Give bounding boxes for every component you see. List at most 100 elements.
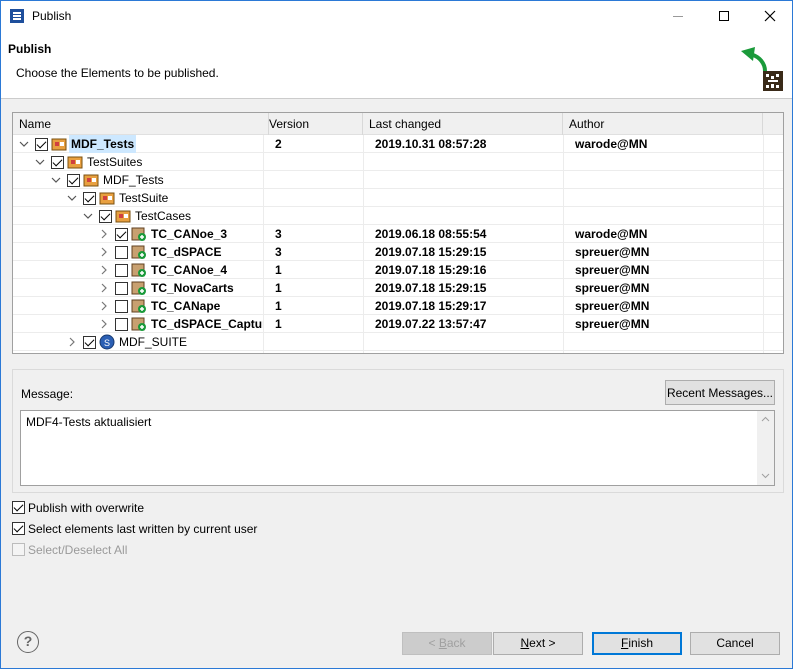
row-version: 1: [275, 263, 282, 277]
publish-arrow-icon: [741, 47, 783, 91]
column-header-name[interactable]: Name: [13, 113, 269, 135]
row-checkbox[interactable]: [115, 300, 128, 313]
tree-header: Name Version Last changed Author: [13, 113, 783, 135]
column-header-version[interactable]: Version: [263, 113, 363, 135]
suite-globe-icon: S: [99, 334, 115, 350]
back-mnemonic: B: [438, 636, 447, 650]
tree-row[interactable]: MDF_Tests: [13, 171, 783, 189]
row-version: 3: [275, 227, 282, 241]
column-header-last-changed[interactable]: Last changed: [363, 113, 563, 135]
chevron-right-icon[interactable]: [99, 265, 109, 275]
chevron-down-icon[interactable]: [51, 175, 61, 185]
publish-overwrite-checkbox[interactable]: [12, 501, 25, 514]
row-checkbox[interactable]: [115, 264, 128, 277]
chevron-down-icon[interactable]: [35, 157, 45, 167]
scroll-up-icon[interactable]: [761, 415, 770, 424]
minimize-button[interactable]: [655, 1, 701, 31]
row-name: MDF_SUITE: [119, 335, 188, 349]
row-version: 1: [275, 299, 282, 313]
row-name: MDF_Tests: [103, 173, 164, 187]
chevron-down-icon[interactable]: [19, 139, 29, 149]
row-name: TestCases: [135, 209, 192, 223]
recent-messages-button[interactable]: Recent Messages...: [665, 380, 775, 405]
maximize-button[interactable]: [701, 1, 747, 31]
page-description: Choose the Elements to be published.: [16, 66, 219, 80]
select-all-label: Select/Deselect All: [28, 543, 128, 557]
finish-button[interactable]: Finish: [592, 632, 682, 655]
row-checkbox[interactable]: [115, 228, 128, 241]
testcase-icon: [131, 281, 146, 295]
back-button: < Back: [402, 632, 492, 655]
cancel-button[interactable]: Cancel: [690, 632, 780, 655]
wizard-header: Publish Choose the Elements to be publis…: [1, 31, 792, 99]
row-checkbox[interactable]: [115, 282, 128, 295]
tree-row[interactable]: TC_dSPACE 3 2019.07.18 15:29:15 spreuer@…: [13, 243, 783, 261]
title-bar: Publish: [1, 1, 792, 31]
row-checkbox[interactable]: [83, 192, 96, 205]
tree-row[interactable]: MDF_Tests 2 2019.10.31 08:57:28 warode@M…: [13, 135, 783, 153]
row-name: TestSuite: [119, 191, 169, 205]
row-last-changed: 2019.07.18 15:29:15: [375, 245, 487, 259]
row-last-changed: 2019.10.31 08:57:28: [375, 137, 487, 151]
row-checkbox[interactable]: [115, 318, 128, 331]
chevron-right-icon[interactable]: [67, 337, 77, 347]
row-author: spreuer@MN: [575, 281, 650, 295]
row-name: TC_dSPACE_Capture: [151, 317, 263, 331]
tree-row[interactable]: TestSuites: [13, 153, 783, 171]
row-last-changed: 2019.07.18 15:29:17: [375, 299, 487, 313]
minimize-icon: [673, 15, 683, 17]
help-icon[interactable]: ?: [17, 631, 39, 653]
row-version: 1: [275, 281, 282, 295]
tree-row[interactable]: TestSuite: [13, 189, 783, 207]
tree-row[interactable]: TestCases: [13, 207, 783, 225]
chevron-right-icon[interactable]: [99, 301, 109, 311]
testcase-icon: [131, 245, 146, 259]
tree-row[interactable]: S MDF_SUITE: [13, 333, 783, 351]
tree-row[interactable]: TC_CANape 1 2019.07.18 15:29:17 spreuer@…: [13, 297, 783, 315]
next-mnemonic: N: [520, 636, 530, 650]
row-name: TC_CANape: [151, 299, 221, 313]
row-checkbox[interactable]: [115, 246, 128, 259]
eclipse-app-icon: [10, 9, 24, 23]
row-checkbox[interactable]: [67, 174, 80, 187]
row-name: TestSuites: [87, 155, 143, 169]
tree-row[interactable]: TC_CANoe_4 1 2019.07.18 15:29:16 spreuer…: [13, 261, 783, 279]
project-folder-icon: [51, 138, 67, 151]
close-button[interactable]: [747, 1, 793, 31]
next-button[interactable]: Next >: [493, 632, 583, 655]
back-label: ack: [446, 636, 466, 650]
testcases-folder-icon: [115, 210, 131, 223]
tree-row[interactable]: TC_dSPACE_Capture 1 2019.07.22 13:57:47 …: [13, 315, 783, 333]
chevron-down-icon[interactable]: [83, 211, 93, 221]
row-author: spreuer@MN: [575, 299, 650, 313]
row-checkbox[interactable]: [35, 138, 48, 151]
message-scrollbar[interactable]: [757, 411, 774, 485]
row-name: TC_dSPACE: [151, 245, 222, 259]
message-textarea[interactable]: MDF4-Tests aktualisiert: [20, 410, 775, 486]
current-user-label: Select elements last written by current …: [28, 522, 258, 536]
chevron-right-icon[interactable]: [99, 229, 109, 239]
testcase-icon: [131, 263, 146, 277]
tree-row[interactable]: TC_NovaCarts 1 2019.07.18 15:29:15 spreu…: [13, 279, 783, 297]
scroll-down-icon[interactable]: [761, 471, 770, 480]
row-name: TC_CANoe_3: [151, 227, 228, 241]
testcase-icon: [131, 299, 146, 313]
next-label: ext >: [529, 636, 556, 650]
chevron-down-icon[interactable]: [67, 193, 77, 203]
chevron-right-icon[interactable]: [99, 247, 109, 257]
chevron-right-icon[interactable]: [99, 319, 109, 329]
row-author: warode@MN: [575, 227, 648, 241]
chevron-right-icon[interactable]: [99, 283, 109, 293]
tree-row[interactable]: TC_CANoe_3 3 2019.06.18 08:55:54 warode@…: [13, 225, 783, 243]
row-checkbox[interactable]: [83, 336, 96, 349]
column-header-author[interactable]: Author: [563, 113, 763, 135]
close-icon: [764, 10, 776, 22]
message-label: Message:: [21, 387, 74, 401]
row-checkbox[interactable]: [99, 210, 112, 223]
maximize-icon: [719, 11, 729, 21]
current-user-checkbox[interactable]: [12, 522, 25, 535]
row-checkbox[interactable]: [51, 156, 64, 169]
svg-text:S: S: [104, 338, 110, 348]
elements-tree-table[interactable]: Name Version Last changed Author MDF_Tes…: [12, 112, 784, 354]
testcase-icon: [131, 317, 146, 331]
